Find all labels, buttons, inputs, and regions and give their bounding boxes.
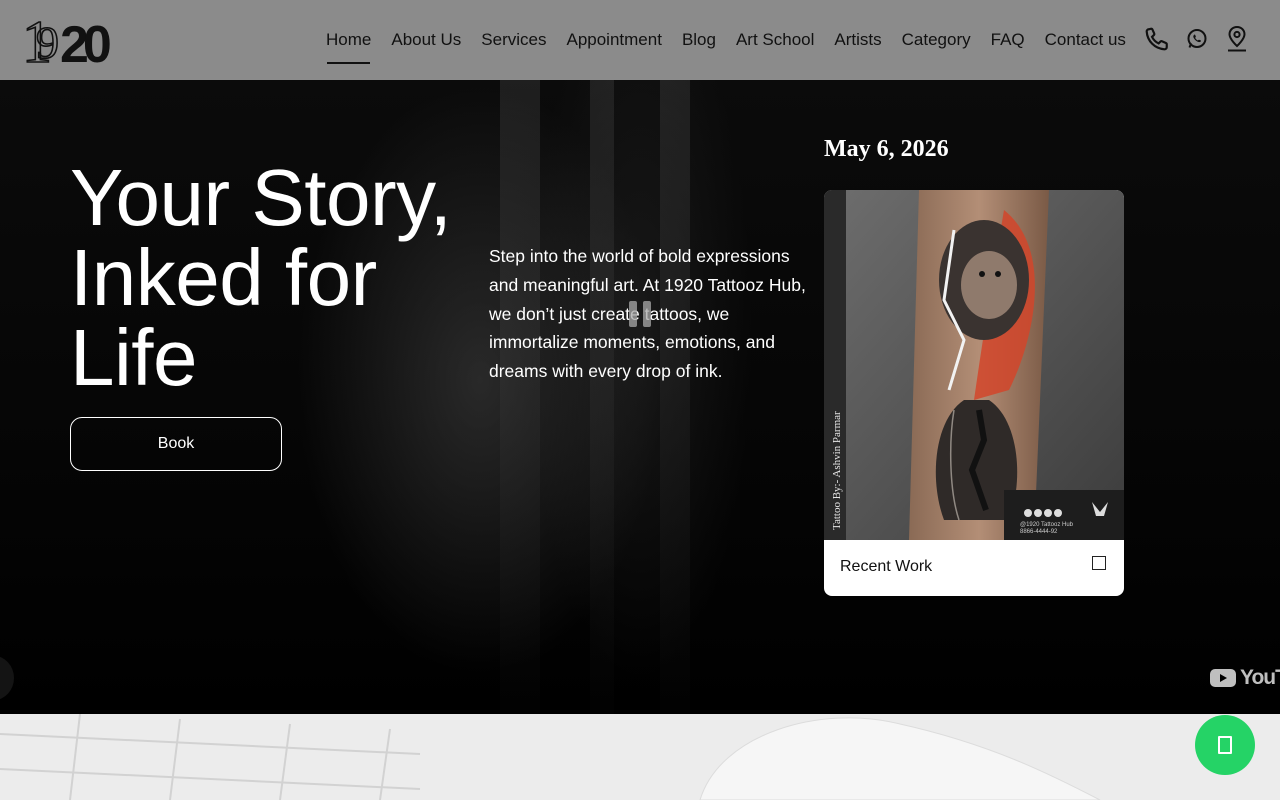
background-streak — [590, 80, 614, 714]
nav-category[interactable]: Category — [892, 0, 981, 80]
youtube-logo[interactable]: YouTube — [1210, 666, 1280, 690]
nav-contact-us[interactable]: Contact us — [1035, 0, 1136, 80]
main-nav: Home About Us Services Appointment Blog … — [316, 0, 1136, 80]
nav-faq[interactable]: FAQ — [981, 0, 1035, 80]
book-button[interactable]: Book — [70, 417, 282, 471]
nav-artists[interactable]: Artists — [824, 0, 891, 80]
nav-about-us[interactable]: About Us — [381, 0, 471, 80]
hero-title: Your Story, Inked for Life — [70, 158, 490, 398]
whatsapp-chat-button[interactable] — [1195, 715, 1255, 775]
location-pin-icon[interactable] — [1224, 24, 1250, 54]
background-streak — [500, 80, 540, 714]
nav-blog[interactable]: Blog — [672, 0, 726, 80]
hero-title-line: Life — [70, 313, 197, 402]
background-streak — [660, 80, 690, 714]
youtube-play-icon — [1210, 669, 1236, 687]
hero-title-line: Inked for — [70, 233, 377, 322]
brick-wall-background — [0, 714, 1280, 800]
next-section — [0, 714, 1280, 800]
image-footer-phone: 8866-4444-92 — [1020, 529, 1058, 535]
card-arrow-icon[interactable] — [1092, 556, 1106, 570]
chat-icon — [1218, 736, 1232, 754]
recent-work-card[interactable]: Tattoo By:- Ashvin Parmar @1920 Tattooz … — [824, 190, 1124, 596]
slider-prev-handle[interactable] — [0, 656, 14, 700]
svg-text:9: 9 — [36, 17, 59, 68]
svg-text:20: 20 — [60, 16, 110, 68]
nav-appointment[interactable]: Appointment — [556, 0, 671, 80]
video-pause-icon[interactable] — [629, 301, 651, 327]
whatsapp-icon[interactable] — [1184, 24, 1210, 54]
header-contact-icons — [1144, 24, 1250, 54]
site-header: 1 9 20 Home About Us Services Appointmen… — [0, 0, 1280, 80]
nav-art-school[interactable]: Art School — [726, 0, 824, 80]
hero-date: May 6, 2026 — [824, 136, 949, 162]
hero-title-line: Your Story, — [70, 153, 452, 242]
youtube-wordmark: YouTube — [1240, 666, 1280, 689]
nav-services[interactable]: Services — [471, 0, 556, 80]
brand-logo[interactable]: 1 9 20 — [24, 12, 136, 68]
nav-home[interactable]: Home — [316, 0, 381, 80]
tattoo-image: Tattoo By:- Ashvin Parmar @1920 Tattooz … — [824, 190, 1124, 540]
image-caption: Tattoo By:- Ashvin Parmar — [831, 411, 843, 530]
card-label: Recent Work — [840, 558, 933, 575]
image-footer-handle: @1920 Tattooz Hub — [1020, 522, 1074, 528]
hero-section: Your Story, Inked for Life Book Step int… — [0, 80, 1280, 714]
phone-icon[interactable] — [1144, 24, 1170, 54]
